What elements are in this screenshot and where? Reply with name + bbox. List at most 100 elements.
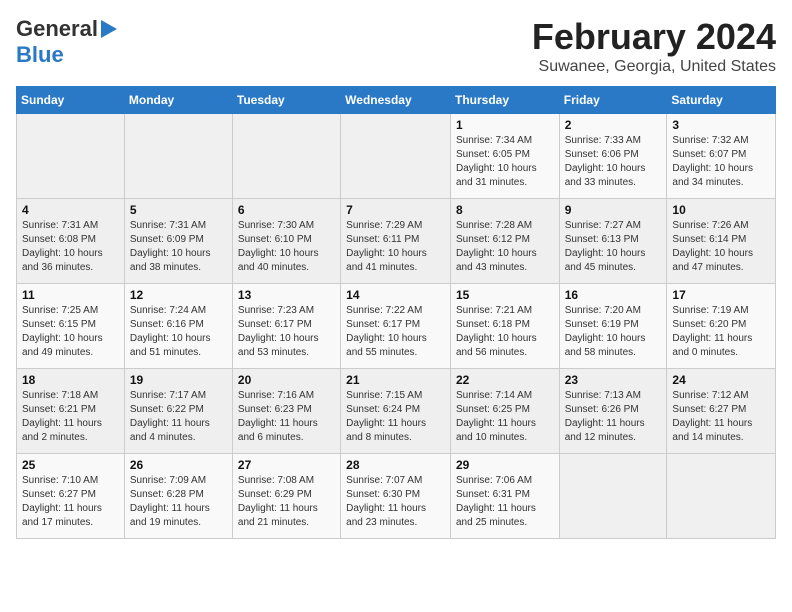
day-number: 23 [565, 373, 662, 387]
month-year-title: February 2024 [532, 16, 776, 58]
calendar-cell: 3 Sunrise: 7:32 AM Sunset: 6:07 PM Daylig… [667, 114, 776, 199]
calendar-cell: 21 Sunrise: 7:15 AM Sunset: 6:24 PM Dayli… [341, 369, 451, 454]
day-info: Sunrise: 7:15 AM Sunset: 6:24 PM Dayligh… [346, 389, 445, 445]
day-info: Sunrise: 7:18 AM Sunset: 6:21 PM Dayligh… [22, 389, 119, 445]
day-number: 6 [238, 203, 335, 217]
day-info: Sunrise: 7:17 AM Sunset: 6:22 PM Dayligh… [130, 389, 227, 445]
header-thursday: Thursday [450, 87, 559, 114]
day-number: 2 [565, 118, 662, 132]
day-info: Sunrise: 7:22 AM Sunset: 6:17 PM Dayligh… [346, 304, 445, 360]
calendar-cell [124, 114, 232, 199]
day-info: Sunrise: 7:32 AM Sunset: 6:07 PM Dayligh… [672, 134, 770, 190]
day-number: 19 [130, 373, 227, 387]
location-subtitle: Suwanee, Georgia, United States [532, 58, 776, 76]
day-info: Sunrise: 7:12 AM Sunset: 6:27 PM Dayligh… [672, 389, 770, 445]
day-info: Sunrise: 7:08 AM Sunset: 6:29 PM Dayligh… [238, 474, 335, 530]
calendar-cell: 1 Sunrise: 7:34 AM Sunset: 6:05 PM Daylig… [450, 114, 559, 199]
day-number: 14 [346, 288, 445, 302]
header-friday: Friday [559, 87, 667, 114]
day-info: Sunrise: 7:13 AM Sunset: 6:26 PM Dayligh… [565, 389, 662, 445]
header-saturday: Saturday [667, 87, 776, 114]
calendar-week-4: 18 Sunrise: 7:18 AM Sunset: 6:21 PM Dayli… [17, 369, 776, 454]
logo-general: General [16, 16, 98, 42]
day-number: 1 [456, 118, 554, 132]
logo-blue: Blue [16, 42, 64, 67]
day-info: Sunrise: 7:19 AM Sunset: 6:20 PM Dayligh… [672, 304, 770, 360]
calendar-week-2: 4 Sunrise: 7:31 AM Sunset: 6:08 PM Daylig… [17, 199, 776, 284]
day-info: Sunrise: 7:21 AM Sunset: 6:18 PM Dayligh… [456, 304, 554, 360]
day-number: 3 [672, 118, 770, 132]
header-sunday: Sunday [17, 87, 125, 114]
logo: General Blue [16, 16, 117, 68]
calendar-week-1: 1 Sunrise: 7:34 AM Sunset: 6:05 PM Daylig… [17, 114, 776, 199]
day-info: Sunrise: 7:07 AM Sunset: 6:30 PM Dayligh… [346, 474, 445, 530]
calendar-cell: 18 Sunrise: 7:18 AM Sunset: 6:21 PM Dayli… [17, 369, 125, 454]
calendar-cell: 24 Sunrise: 7:12 AM Sunset: 6:27 PM Dayli… [667, 369, 776, 454]
day-number: 26 [130, 458, 227, 472]
calendar-cell [559, 454, 667, 539]
day-info: Sunrise: 7:10 AM Sunset: 6:27 PM Dayligh… [22, 474, 119, 530]
day-number: 9 [565, 203, 662, 217]
calendar-cell: 8Sunrise: 7:28 AM Sunset: 6:12 PM Daylig… [450, 199, 559, 284]
day-number: 8 [456, 203, 554, 217]
day-number: 13 [238, 288, 335, 302]
day-info: Sunrise: 7:29 AM Sunset: 6:11 PM Dayligh… [346, 219, 445, 275]
calendar-table: SundayMondayTuesdayWednesdayThursdayFrid… [16, 86, 776, 539]
calendar-week-3: 11 Sunrise: 7:25 AM Sunset: 6:15 PM Dayli… [17, 284, 776, 369]
day-info: Sunrise: 7:31 AM Sunset: 6:08 PM Dayligh… [22, 219, 119, 275]
day-info: Sunrise: 7:20 AM Sunset: 6:19 PM Dayligh… [565, 304, 662, 360]
calendar-week-5: 25 Sunrise: 7:10 AM Sunset: 6:27 PM Dayli… [17, 454, 776, 539]
calendar-cell [341, 114, 451, 199]
day-info: Sunrise: 7:26 AM Sunset: 6:14 PM Dayligh… [672, 219, 770, 275]
day-number: 27 [238, 458, 335, 472]
calendar-cell [17, 114, 125, 199]
header-monday: Monday [124, 87, 232, 114]
day-number: 4 [22, 203, 119, 217]
calendar-cell: 11 Sunrise: 7:25 AM Sunset: 6:15 PM Dayli… [17, 284, 125, 369]
calendar-cell: 4 Sunrise: 7:31 AM Sunset: 6:08 PM Daylig… [17, 199, 125, 284]
day-info: Sunrise: 7:34 AM Sunset: 6:05 PM Dayligh… [456, 134, 554, 190]
day-number: 12 [130, 288, 227, 302]
day-number: 25 [22, 458, 119, 472]
logo-arrow-icon [101, 20, 117, 38]
day-info: Sunrise: 7:24 AM Sunset: 6:16 PM Dayligh… [130, 304, 227, 360]
calendar-cell: 20 Sunrise: 7:16 AM Sunset: 6:23 PM Dayli… [232, 369, 340, 454]
calendar-cell: 10Sunrise: 7:26 AM Sunset: 6:14 PM Dayli… [667, 199, 776, 284]
day-number: 18 [22, 373, 119, 387]
calendar-cell: 27 Sunrise: 7:08 AM Sunset: 6:29 PM Dayli… [232, 454, 340, 539]
day-info: Sunrise: 7:31 AM Sunset: 6:09 PM Dayligh… [130, 219, 227, 275]
day-number: 28 [346, 458, 445, 472]
header-wednesday: Wednesday [341, 87, 451, 114]
calendar-cell: 25 Sunrise: 7:10 AM Sunset: 6:27 PM Dayli… [17, 454, 125, 539]
calendar-cell: 23 Sunrise: 7:13 AM Sunset: 6:26 PM Dayli… [559, 369, 667, 454]
day-info: Sunrise: 7:16 AM Sunset: 6:23 PM Dayligh… [238, 389, 335, 445]
header: General Blue February 2024 Suwanee, Geor… [16, 16, 776, 76]
calendar-cell: 14 Sunrise: 7:22 AM Sunset: 6:17 PM Dayli… [341, 284, 451, 369]
day-number: 16 [565, 288, 662, 302]
day-number: 21 [346, 373, 445, 387]
day-number: 11 [22, 288, 119, 302]
title-area: February 2024 Suwanee, Georgia, United S… [532, 16, 776, 76]
calendar-cell: 6 Sunrise: 7:30 AM Sunset: 6:10 PM Daylig… [232, 199, 340, 284]
calendar-cell: 9 Sunrise: 7:27 AM Sunset: 6:13 PM Daylig… [559, 199, 667, 284]
day-number: 24 [672, 373, 770, 387]
day-info: Sunrise: 7:14 AM Sunset: 6:25 PM Dayligh… [456, 389, 554, 445]
calendar-cell: 17 Sunrise: 7:19 AM Sunset: 6:20 PM Dayli… [667, 284, 776, 369]
calendar-cell: 12 Sunrise: 7:24 AM Sunset: 6:16 PM Dayli… [124, 284, 232, 369]
day-info: Sunrise: 7:25 AM Sunset: 6:15 PM Dayligh… [22, 304, 119, 360]
calendar-cell: 2 Sunrise: 7:33 AM Sunset: 6:06 PM Daylig… [559, 114, 667, 199]
calendar-cell [232, 114, 340, 199]
day-info: Sunrise: 7:06 AM Sunset: 6:31 PM Dayligh… [456, 474, 554, 530]
calendar-header-row: SundayMondayTuesdayWednesdayThursdayFrid… [17, 87, 776, 114]
day-info: Sunrise: 7:27 AM Sunset: 6:13 PM Dayligh… [565, 219, 662, 275]
day-info: Sunrise: 7:33 AM Sunset: 6:06 PM Dayligh… [565, 134, 662, 190]
day-number: 15 [456, 288, 554, 302]
day-info: Sunrise: 7:30 AM Sunset: 6:10 PM Dayligh… [238, 219, 335, 275]
day-number: 17 [672, 288, 770, 302]
calendar-cell: 13Sunrise: 7:23 AM Sunset: 6:17 PM Dayli… [232, 284, 340, 369]
day-number: 20 [238, 373, 335, 387]
calendar-cell [667, 454, 776, 539]
calendar-cell: 26Sunrise: 7:09 AM Sunset: 6:28 PM Dayli… [124, 454, 232, 539]
calendar-cell: 29Sunrise: 7:06 AM Sunset: 6:31 PM Dayli… [450, 454, 559, 539]
calendar-cell: 19 Sunrise: 7:17 AM Sunset: 6:22 PM Dayli… [124, 369, 232, 454]
